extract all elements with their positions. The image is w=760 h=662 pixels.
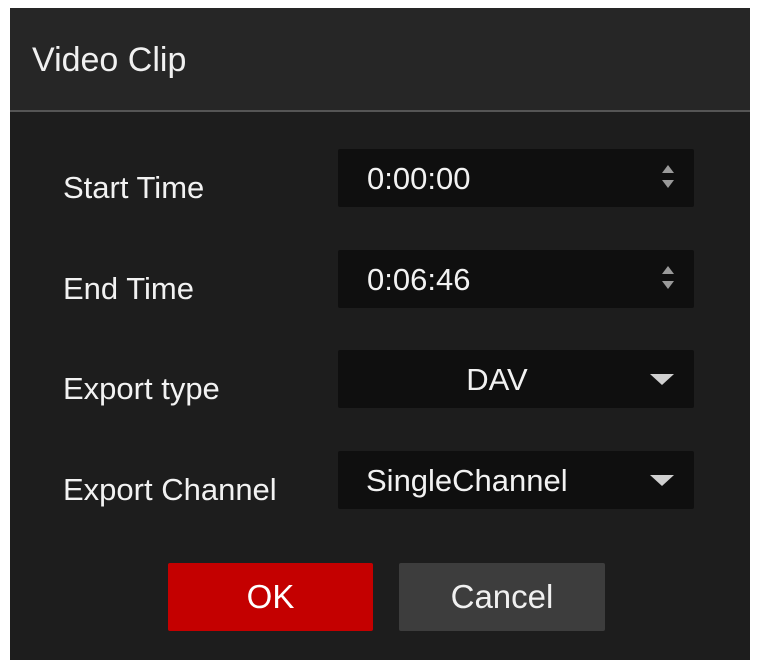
export-channel-label: Export Channel — [63, 472, 277, 507]
export-type-label: Export type — [63, 371, 220, 406]
start-time-spinner-icon[interactable] — [662, 165, 674, 191]
chevron-down-icon[interactable] — [650, 475, 674, 486]
increment-icon[interactable] — [662, 266, 674, 274]
dialog-titlebar: Video Clip — [10, 8, 750, 112]
end-time-label: End Time — [63, 271, 194, 306]
start-time-value[interactable]: 0:00:00 — [367, 159, 470, 199]
cancel-button[interactable]: Cancel — [399, 563, 605, 631]
decrement-icon[interactable] — [662, 281, 674, 289]
export-type-select[interactable]: DAV — [338, 350, 694, 408]
dialog-title: Video Clip — [32, 41, 187, 79]
export-channel-value[interactable]: SingleChannel — [366, 461, 568, 501]
increment-icon[interactable] — [662, 165, 674, 173]
export-type-value[interactable]: DAV — [338, 360, 656, 400]
end-time-input[interactable]: 0:06:46 — [338, 250, 694, 308]
ok-button[interactable]: OK — [168, 563, 373, 631]
export-channel-select[interactable]: SingleChannel — [338, 451, 694, 509]
decrement-icon[interactable] — [662, 180, 674, 188]
end-time-value[interactable]: 0:06:46 — [367, 260, 470, 300]
chevron-down-icon[interactable] — [650, 374, 674, 385]
video-clip-dialog: Video Clip Start Time 0:00:00 End Time 0… — [10, 8, 750, 660]
end-time-spinner-icon[interactable] — [662, 266, 674, 292]
start-time-input[interactable]: 0:00:00 — [338, 149, 694, 207]
start-time-label: Start Time — [63, 170, 205, 205]
